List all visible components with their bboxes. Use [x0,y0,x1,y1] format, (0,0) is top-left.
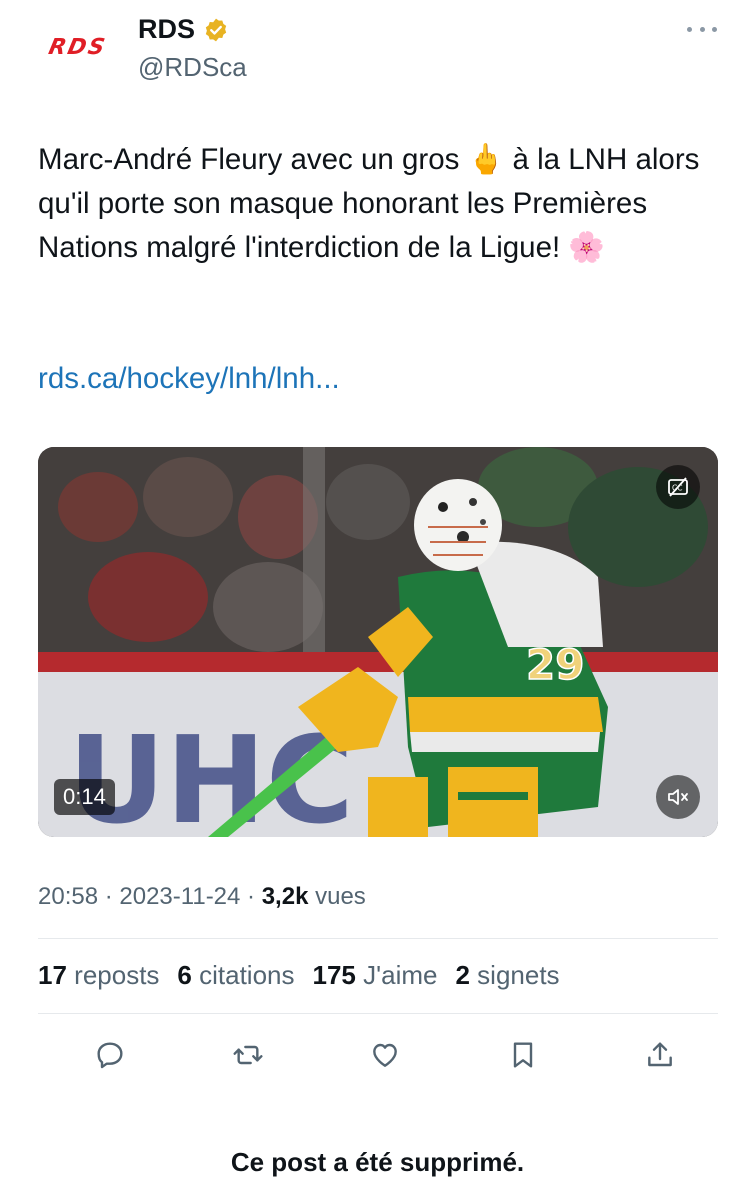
post-link[interactable]: rds.ca/hockey/lnh/lnh... [38,362,340,396]
bookmark-icon [513,1042,532,1068]
speaker-muted-icon [668,789,688,805]
post-header: RDS RDS @RDSca [0,0,755,110]
views-label: vues [315,883,366,910]
post-time[interactable]: 20:58 [38,883,98,910]
verified-badge-icon [205,18,227,41]
quotes-stat[interactable]: 6 citations [177,960,294,991]
share-button[interactable] [640,1035,680,1075]
author-handle[interactable]: @RDSca [138,52,247,83]
divider [38,1013,718,1014]
rds-logo: RDS [46,34,110,60]
like-icon [373,1043,397,1067]
deleted-notice: Ce post a été supprimé. [230,1147,525,1177]
likes-stat[interactable]: 175 J'aime [313,960,438,991]
share-icon [648,1042,672,1067]
captions-off-icon: CC [668,477,688,497]
author-name-row[interactable]: RDS [138,14,229,45]
video-frame: UHC 29 [38,447,718,837]
action-bar [90,1035,680,1075]
author-display-name[interactable]: RDS [138,14,195,45]
divider [38,938,718,939]
like-button[interactable] [365,1035,405,1075]
bookmark-button[interactable] [503,1035,543,1075]
engagement-stats: 17 reposts 6 citations 175 J'aime 2 sign… [38,960,560,991]
mute-button[interactable] [656,775,700,819]
captions-button[interactable]: CC [656,465,700,509]
repost-icon [232,1045,263,1065]
meta-separator-2: · [240,883,262,910]
more-options-icon[interactable] [687,20,717,38]
avatar[interactable]: RDS [38,22,118,72]
post-text: Marc-André Fleury avec un gros 🖕 à la LN… [38,143,700,264]
views-count: 3,2k [261,883,309,910]
reply-button[interactable] [90,1035,130,1075]
post-date[interactable]: 2023-11-24 [119,883,240,910]
board-advertisement: UHC [68,712,354,837]
board-letters: UHC [68,712,354,837]
reply-icon [97,1042,123,1069]
video-duration: 0:14 [54,779,115,815]
meta-separator: · [98,883,120,910]
reposts-stat[interactable]: 17 reposts [38,960,159,991]
jersey-number: 29 [526,640,584,689]
post-meta: 20:58 · 2023-11-24 · 3,2k vues [38,883,366,911]
video-player[interactable]: UHC 29 0:14 CC [38,447,718,837]
repost-button[interactable] [228,1035,268,1075]
bookmarks-stat[interactable]: 2 signets [455,960,559,991]
